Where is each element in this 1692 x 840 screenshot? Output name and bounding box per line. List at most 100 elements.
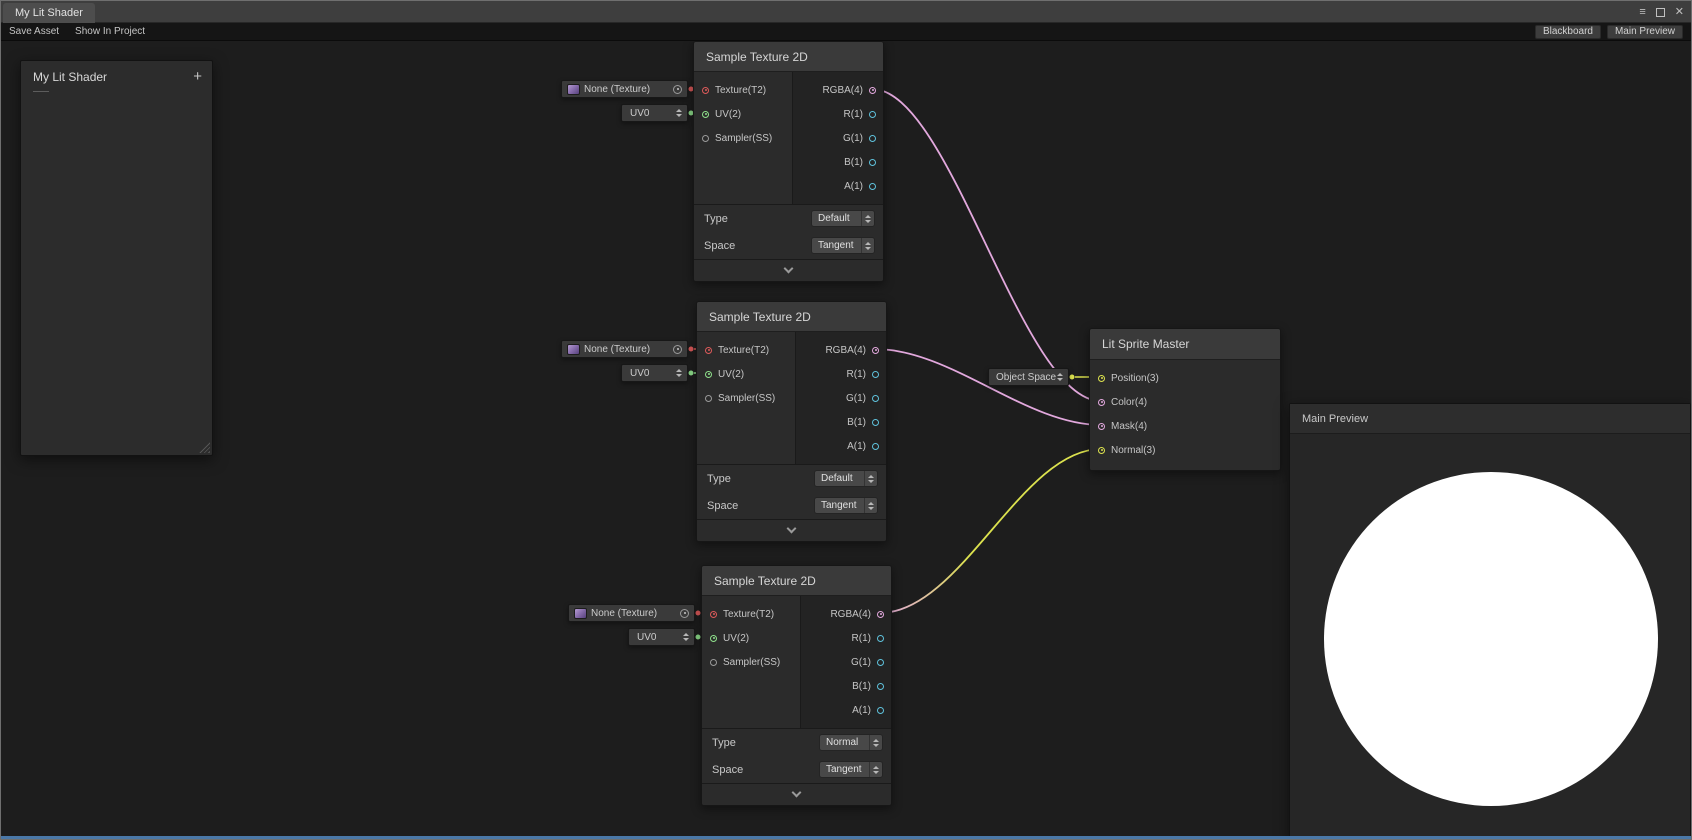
port-uv2[interactable] (705, 371, 712, 378)
node-sample-texture-2d-3[interactable]: Sample Texture 2D Texture(T2) UV(2) Samp… (701, 565, 892, 806)
preview-viewport[interactable] (1290, 434, 1690, 837)
dropdown-arrows-icon (676, 369, 682, 377)
dropdown-arrows-icon (861, 238, 874, 253)
main-preview-toggle-button[interactable]: Main Preview (1607, 25, 1683, 39)
show-in-project-button[interactable]: Show In Project (67, 23, 153, 41)
pane-menu-icon[interactable]: ≡ (1639, 7, 1645, 18)
port-rgba4[interactable] (877, 611, 884, 618)
port-color4[interactable] (1098, 399, 1105, 406)
node-header[interactable]: Sample Texture 2D (697, 302, 886, 332)
edge-rgba-to-normal[interactable] (880, 449, 1101, 613)
port-a1[interactable] (872, 443, 879, 450)
input-ports: Position(3) Color(4) Mask(4) Normal(3) (1090, 360, 1280, 470)
dropdown-arrows-icon (864, 471, 877, 486)
object-picker-icon[interactable] (673, 345, 682, 354)
space-dropdown[interactable]: Tangent (811, 237, 875, 254)
port-rgba4[interactable] (869, 87, 876, 94)
edge-rgba-to-mask[interactable] (875, 349, 1101, 425)
main-preview-panel[interactable]: Main Preview (1289, 403, 1691, 838)
port-a1[interactable] (877, 707, 884, 714)
blackboard-panel[interactable]: My Lit Shader + (20, 60, 213, 456)
object-picker-icon[interactable] (680, 609, 689, 618)
port-g1[interactable] (872, 395, 879, 402)
main-preview-header[interactable]: Main Preview (1290, 404, 1690, 434)
port-rgba4[interactable] (872, 347, 879, 354)
port-b1[interactable] (872, 419, 879, 426)
node-sample-texture-2d-2[interactable]: Sample Texture 2D Texture(T2) UV(2) Samp… (696, 301, 887, 542)
port-uv2[interactable] (710, 635, 717, 642)
blackboard-header[interactable]: My Lit Shader + (21, 61, 212, 88)
graph-canvas[interactable]: Sample Texture 2D Texture(T2) UV(2) Samp… (1, 41, 1691, 838)
port-b1[interactable] (877, 683, 884, 690)
port-sampler-ss[interactable] (710, 659, 717, 666)
node-title: Sample Texture 2D (706, 50, 808, 64)
node-header[interactable]: Sample Texture 2D (702, 566, 891, 596)
port-uv2[interactable] (702, 111, 709, 118)
object-picker-icon[interactable] (673, 85, 682, 94)
save-asset-button[interactable]: Save Asset (1, 23, 67, 41)
node-controls: Type Default Space Tangent (694, 204, 883, 259)
node-title: Lit Sprite Master (1102, 337, 1189, 351)
collapse-preview-button[interactable] (694, 259, 883, 281)
collapse-preview-button[interactable] (697, 519, 886, 541)
node-lit-sprite-master[interactable]: Lit Sprite Master Position(3) Color(4) M… (1089, 328, 1281, 471)
texture-object-field-2[interactable]: None (Texture) (561, 340, 688, 358)
node-body: Texture(T2) UV(2) Sampler(SS) RGBA(4) R(… (697, 332, 886, 464)
texture-thumbnail-icon (567, 84, 580, 95)
node-title: Sample Texture 2D (714, 574, 816, 588)
uv-channel-dropdown-2[interactable]: UV0 (621, 364, 688, 382)
add-property-button[interactable]: + (193, 70, 202, 84)
maximize-icon[interactable] (1656, 8, 1665, 17)
titlebar-controls: ≡ ✕ (1639, 1, 1684, 23)
close-icon[interactable]: ✕ (1675, 7, 1684, 18)
port-sampler-ss[interactable] (705, 395, 712, 402)
dropdown-arrows-icon (861, 211, 874, 226)
port-r1[interactable] (869, 111, 876, 118)
edge-rgba-to-color[interactable] (872, 89, 1101, 401)
port-r1[interactable] (877, 635, 884, 642)
port-mask4[interactable] (1098, 423, 1105, 430)
port-g1[interactable] (869, 135, 876, 142)
port-normal3[interactable] (1098, 447, 1105, 454)
port-r1[interactable] (872, 371, 879, 378)
type-dropdown[interactable]: Normal (819, 734, 883, 751)
toolbar: Save Asset Show In Project Blackboard Ma… (1, 23, 1691, 41)
space-dropdown[interactable]: Tangent (814, 497, 878, 514)
port-b1[interactable] (869, 159, 876, 166)
tab-title: My Lit Shader (15, 7, 83, 19)
port-texture-t2[interactable] (710, 611, 717, 618)
blackboard-title: My Lit Shader (33, 70, 107, 84)
node-controls: Type Normal Space Tangent (702, 728, 891, 783)
type-dropdown[interactable]: Default (811, 210, 875, 227)
texture-object-field-3[interactable]: None (Texture) (568, 604, 695, 622)
blackboard-toggle-button[interactable]: Blackboard (1535, 25, 1601, 39)
blackboard-subtitle-dash (33, 91, 49, 92)
port-sampler-ss[interactable] (702, 135, 709, 142)
output-ports: RGBA(4) R(1) G(1) B(1) A(1) (795, 332, 886, 464)
port-a1[interactable] (869, 183, 876, 190)
input-ports: Texture(T2) UV(2) Sampler(SS) (694, 72, 792, 204)
texture-object-field-1[interactable]: None (Texture) (561, 80, 688, 98)
window-tab[interactable]: My Lit Shader (3, 3, 95, 23)
port-texture-t2[interactable] (702, 87, 709, 94)
input-ports: Texture(T2) UV(2) Sampler(SS) (697, 332, 795, 464)
dropdown-arrows-icon (1057, 373, 1063, 381)
space-dropdown[interactable]: Tangent (819, 761, 883, 778)
node-sample-texture-2d-1[interactable]: Sample Texture 2D Texture(T2) UV(2) Samp… (693, 41, 884, 282)
uv-channel-dropdown-1[interactable]: UV0 (621, 104, 688, 122)
position-space-dropdown[interactable]: Object Space (988, 368, 1069, 386)
node-header[interactable]: Lit Sprite Master (1090, 329, 1280, 360)
port-position3[interactable] (1098, 375, 1105, 382)
type-dropdown[interactable]: Default (814, 470, 878, 487)
chevron-down-icon (784, 264, 794, 274)
port-texture-t2[interactable] (705, 347, 712, 354)
resize-handle-icon[interactable] (199, 442, 210, 453)
collapse-preview-button[interactable] (702, 783, 891, 805)
node-body: Texture(T2) UV(2) Sampler(SS) RGBA(4) R(… (694, 72, 883, 204)
port-g1[interactable] (877, 659, 884, 666)
output-ports: RGBA(4) R(1) G(1) B(1) A(1) (800, 596, 891, 728)
node-header[interactable]: Sample Texture 2D (694, 42, 883, 72)
texture-thumbnail-icon (567, 344, 580, 355)
uv-channel-dropdown-3[interactable]: UV0 (628, 628, 695, 646)
dropdown-arrows-icon (683, 633, 689, 641)
